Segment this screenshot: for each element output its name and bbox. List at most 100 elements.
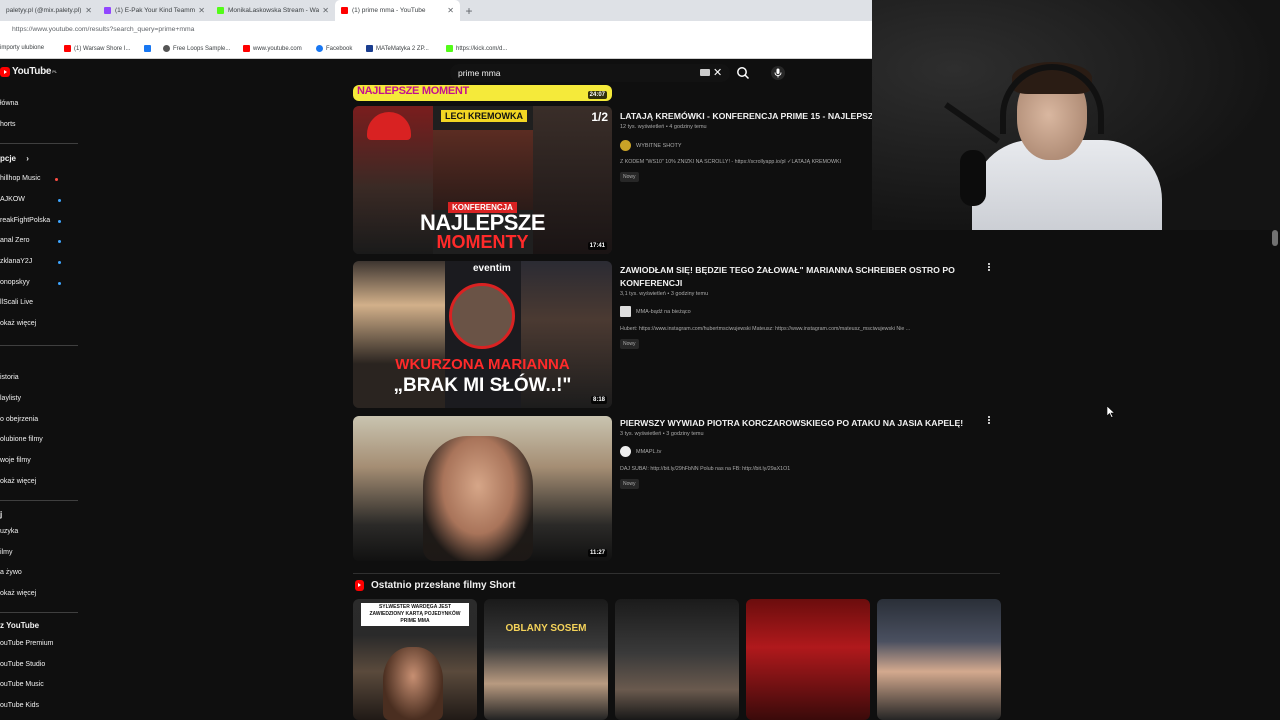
channel-name: MMAPL.tv [636,448,662,455]
sidebar-item-live[interactable]: a żywo [0,569,22,576]
sidebar-item-premium[interactable]: ouTube Premium [0,640,53,647]
tab-title: paletyy.pl (@mix.palety.pl) prez... [6,7,82,14]
address-bar[interactable]: https://www.youtube.com/results?search_q… [0,21,872,41]
sidebar-subscription[interactable]: AJKOW [0,196,25,203]
sidebar-item-music[interactable]: uzyka [0,528,18,535]
thumbnail-crowd [433,130,533,210]
channel-link[interactable]: MMAPL.tv [620,446,661,457]
channel-avatar [620,306,631,317]
browser-tab[interactable]: paletyy.pl (@mix.palety.pl) prez... ✕ [0,0,98,21]
sidebar-divider [0,500,78,501]
sidebar-subscription[interactable]: reakFightPolska [0,217,50,224]
video-title[interactable]: LATAJĄ KREMÓWKI - KONFERENCJA PRIME 15 -… [620,110,879,123]
video-title[interactable]: ZAWIODŁAM SIĘ! BĘDZIE TEGO ŻAŁOWAŁ" MARI… [620,264,965,290]
bookmark-label: Free Loops Sample... [173,45,231,52]
bookmark-item[interactable]: MATeMatyka 2 ZP... [366,45,429,52]
sidebar-item-home[interactable]: łówna [0,100,18,107]
new-content-dot-icon [58,199,61,202]
sidebar-subscription[interactable]: hillhop Music [0,175,40,182]
video-thumbnail[interactable]: eventim WKURZONA MARIANNA „BRAK MI SŁÓW.… [353,261,612,408]
sidebar-item-watch-later[interactable]: o obejrzenia [0,416,38,423]
scrollbar-thumb[interactable] [1272,230,1278,246]
new-badge: Nowy [620,479,639,489]
sidebar-item-shorts[interactable]: horts [0,121,16,128]
sidebar-subscription[interactable]: onopskyy [0,279,30,286]
close-tab-icon[interactable]: ✕ [447,6,454,15]
live-indicator-icon [55,178,58,181]
short-thumbnail[interactable]: SYLWESTER WARDĘGA JEST ZAWIEDZIONY KARTĄ… [353,599,477,720]
sidebar-item-history[interactable]: istoria [0,374,19,381]
channel-link[interactable]: MMA-bądź na bieżąco [620,306,691,317]
sidebar-item-your-videos[interactable]: woje filmy [0,457,31,464]
sidebar-item-liked[interactable]: olubione filmy [0,436,43,443]
globe-icon [163,45,170,52]
channel-avatar [620,140,631,151]
url-text[interactable]: https://www.youtube.com/results?search_q… [12,26,194,33]
browser-tab-active[interactable]: (1) prime mma - YouTube ✕ [335,0,460,21]
sidebar-item-movies[interactable]: ilmy [0,549,12,556]
short-caption: OBLANY SOSEM [505,623,587,634]
sidebar-subscription[interactable]: anal Zero [0,237,30,244]
bookmark-item[interactable]: www.youtube.com [243,45,302,52]
search-icon[interactable] [735,65,751,81]
chevron-right-icon: › [26,154,29,163]
video-thumbnail[interactable]: 11:27 [353,416,612,561]
sidebar-item-music-app[interactable]: ouTube Music [0,681,44,688]
thumbnail-person [423,436,533,561]
sidebar-subscription[interactable]: zklanaY2J [0,258,32,265]
browser-tab[interactable]: MonikaLaskowska Stream - Watch ... ✕ [211,0,335,21]
facebook-icon [144,45,151,52]
sidebar-show-more[interactable]: okaż więcej [0,320,36,327]
bookmark-item[interactable] [144,45,154,52]
shorts-section-header: Ostatnio przesłane filmy Short [355,580,515,591]
video-thumbnail[interactable]: LECI KREMOWKA 1/2 KONFERENCJA NAJLEPSZE … [353,106,612,254]
youtube-logo[interactable]: YouTube PL [0,66,57,77]
short-thumbnail[interactable] [877,599,1001,720]
video-title[interactable]: PIERWSZY WYWIAD PIOTRA KORCZAROWSKIEGO P… [620,417,963,430]
microphone-icon[interactable] [771,66,785,80]
channel-link[interactable]: WYBITNE SHOTY [620,140,682,151]
search-input[interactable]: prime mma [458,68,501,78]
scrollbar-track[interactable] [1272,230,1280,720]
sidebar-divider [0,345,78,346]
sidebar-show-more[interactable]: okaż więcej [0,478,36,485]
bookmark-item[interactable]: https://kick.com/d... [446,45,507,52]
new-badge: Nowy [620,339,639,349]
keyboard-icon[interactable] [700,69,710,76]
clear-search-icon[interactable]: ✕ [713,66,722,79]
bookmark-item[interactable]: Facebook [316,45,352,52]
more-options-icon[interactable] [987,262,991,272]
mouse-cursor-icon [1107,406,1115,418]
search-box[interactable]: prime mma ✕ [450,64,730,82]
sidebar-item-studio[interactable]: ouTube Studio [0,661,45,668]
bookmark-item[interactable]: (1) Warsaw Shore I... [64,45,130,52]
bookmark-item[interactable]: importy ulubione [0,45,44,51]
more-options-icon[interactable] [987,415,991,425]
bookmark-label: (1) Warsaw Shore I... [74,45,131,52]
sidebar-item-kids[interactable]: ouTube Kids [0,702,39,709]
browser-tab[interactable]: (1) E-Pak Your Kind Teammates ✕ [98,0,211,21]
video-thumbnail[interactable]: NAJLEPSZE MOMENT 24:07 [353,85,612,101]
bookmark-item[interactable]: Free Loops Sample... [163,45,230,52]
bookmark-label: https://kick.com/d... [456,45,508,52]
short-thumbnail[interactable]: OBLANY SOSEM [484,599,608,720]
facebook-icon [316,45,323,52]
new-badge: Nowy [620,172,639,182]
close-tab-icon[interactable]: ✕ [198,6,205,15]
sidebar-show-more[interactable]: okaż więcej [0,590,36,597]
close-tab-icon[interactable]: ✕ [322,6,329,15]
sidebar-item-playlists[interactable]: laylisty [0,395,21,402]
short-thumbnail[interactable] [615,599,739,720]
tab-title: (1) E-Pak Your Kind Teammates [115,7,196,14]
sidebar-subscriptions-header[interactable]: pcje › [0,154,29,163]
sidebar-subscription[interactable]: llScali Live [0,299,33,306]
new-content-dot-icon [58,240,61,243]
short-thumbnail[interactable] [746,599,870,720]
video-description: Hubert: https://www.instagram.com/hubert… [620,326,911,332]
video-duration: 8:18 [590,396,607,404]
video-description: Z KODEM "WS10" 10% ZNIŻKI NA SCROLLY! - … [620,159,842,165]
new-tab-button[interactable]: + [460,0,478,21]
close-tab-icon[interactable]: ✕ [85,6,92,15]
sidebar-divider [0,143,78,144]
microphone-icon [960,150,986,206]
